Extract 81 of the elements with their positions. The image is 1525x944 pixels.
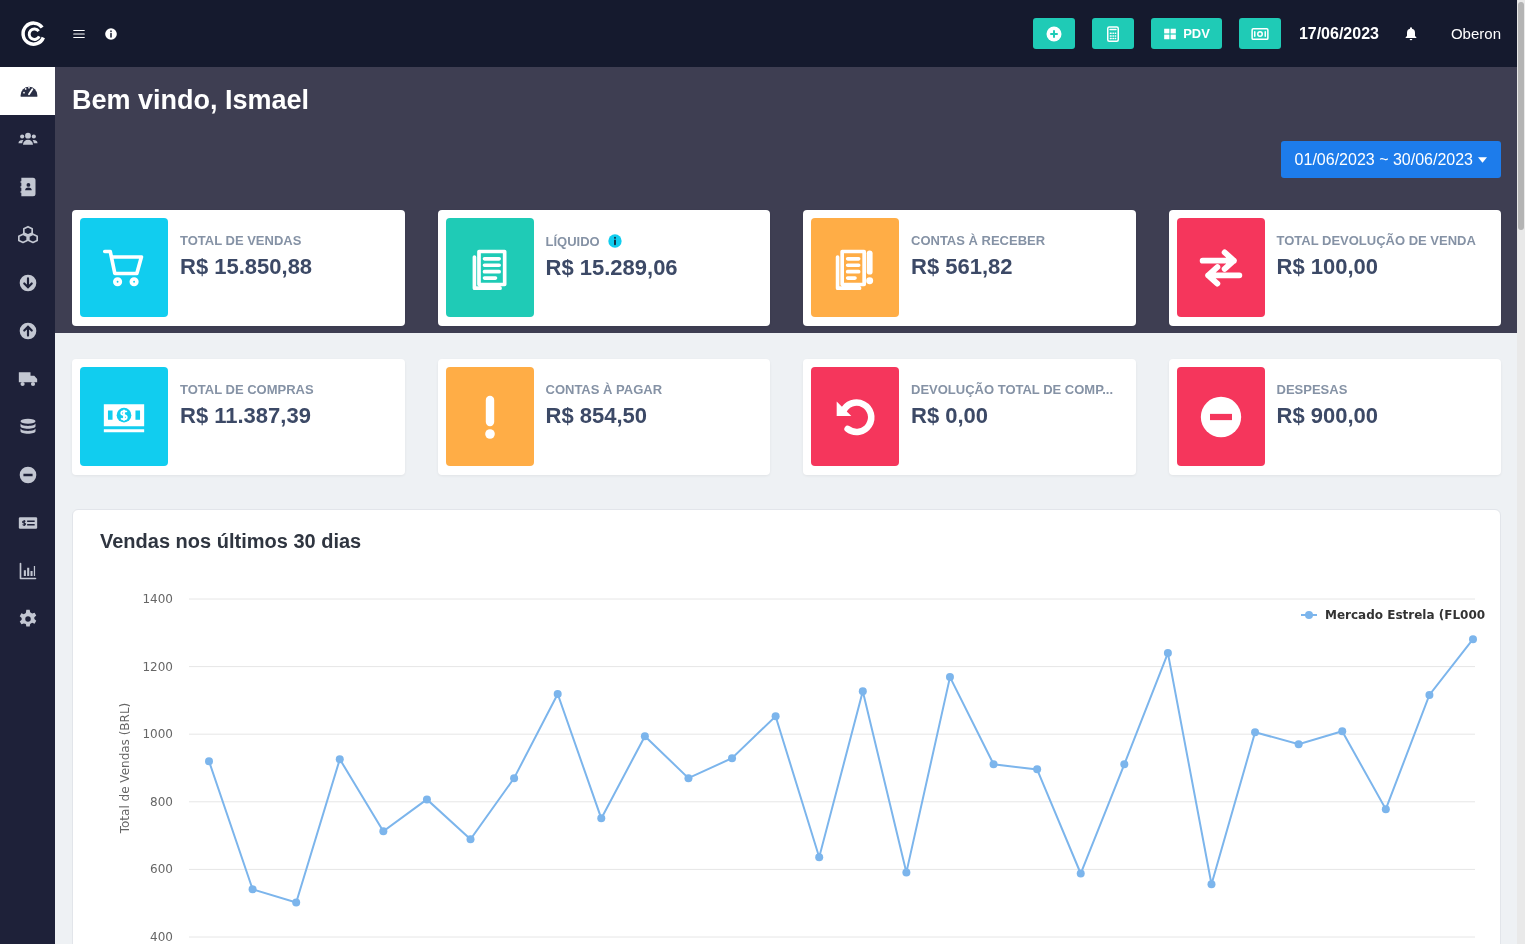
stat-value: R$ 11.387,39 (180, 403, 312, 429)
bar-chart-icon (17, 561, 38, 581)
grid-icon (1163, 26, 1178, 41)
data-point (1425, 691, 1434, 699)
arrow-down-circle-icon (17, 273, 38, 293)
data-point (1381, 805, 1390, 814)
data-point (1033, 765, 1042, 774)
legend-label: Mercado Estrela (FL000 (1325, 608, 1486, 622)
legend-marker-icon (1300, 611, 1318, 619)
user-name[interactable]: Oberon (1450, 25, 1501, 42)
data-point (1469, 635, 1477, 644)
data-point (510, 774, 519, 783)
data-point (1207, 880, 1216, 889)
stat-label: DESPESAS (1276, 382, 1348, 397)
data-point (335, 755, 344, 764)
data-point (1163, 649, 1172, 658)
data-point (1294, 740, 1303, 749)
data-point (1120, 760, 1129, 769)
stat-label: DEVOLUÇÃO TOTAL DE COMP... (911, 382, 1113, 397)
stat-value: R$ 15.850,88 (180, 254, 313, 280)
data-point (292, 898, 301, 907)
settings-icon (17, 609, 38, 629)
data-point (684, 774, 693, 783)
data-point (466, 835, 475, 844)
data-point (815, 853, 824, 862)
plus-circle-icon (1045, 24, 1064, 43)
data-point (771, 712, 780, 721)
data-point (989, 760, 998, 769)
stat-label: TOTAL DE VENDAS (180, 233, 302, 248)
stat-label: TOTAL DE COMPRAS (180, 382, 314, 397)
data-point (553, 690, 562, 698)
data-point (1251, 728, 1260, 737)
add-button[interactable] (1033, 18, 1076, 49)
data-point (205, 757, 213, 766)
stat-value: R$ 100,00 (1276, 254, 1380, 280)
calculator-button[interactable] (1092, 18, 1135, 49)
data-point (728, 754, 737, 763)
data-point (902, 868, 911, 877)
date-range-button[interactable]: 01/06/2023 ~ 30/06/2023 (1280, 141, 1501, 178)
welcome-title: Bem vindo, Ismael (72, 85, 311, 115)
axis-tick-label: 1400 (142, 592, 173, 606)
chart-title: Vendas nos últimos 30 dias (100, 530, 363, 553)
info-icon[interactable] (606, 233, 623, 249)
stat-label: CONTAS À RECEBER (911, 233, 1046, 248)
stat-value: R$ 0,00 (911, 403, 990, 429)
info-icon[interactable] (104, 26, 118, 41)
arrow-up-circle-icon (17, 321, 38, 341)
logo-icon[interactable] (20, 19, 48, 48)
data-point (248, 885, 257, 894)
data-point (1076, 869, 1085, 878)
stat-value: R$ 15.289,06 (545, 255, 678, 281)
data-point (945, 673, 954, 682)
data-point (1338, 727, 1347, 736)
sidebar-item[interactable] (0, 67, 55, 115)
stat-value: R$ 561,82 (911, 254, 1014, 280)
data-point (379, 827, 388, 836)
exclamation-icon (483, 394, 496, 439)
cubes-icon (17, 225, 38, 245)
stat-value: R$ 900,00 (1276, 403, 1379, 429)
stat-label: CONTAS À PAGAR (545, 382, 663, 397)
truck-icon (17, 369, 38, 389)
axis-tick-label: 800 (150, 794, 173, 809)
axis-title: Total de Vendas (BRL) (118, 702, 132, 834)
data-point (640, 732, 649, 741)
cash-button[interactable] (1238, 18, 1281, 49)
data-point (858, 687, 867, 696)
axis-tick-label: 1000 (142, 727, 173, 742)
data-point (422, 795, 431, 804)
scrollbar-thumb[interactable] (1518, 2, 1524, 230)
axis-tick-label: 400 (150, 930, 173, 941)
date-label: 17/06/2023 (1298, 24, 1379, 43)
stat-value: R$ 854,50 (545, 403, 649, 429)
minus-circle-icon (1198, 394, 1243, 439)
axis-tick-label: 1200 (142, 659, 173, 674)
axis-tick-label: 600 (150, 862, 173, 877)
caret-down-icon (1478, 156, 1487, 163)
scrollbar[interactable] (1517, 0, 1525, 944)
data-point (597, 814, 606, 823)
minus-circle-icon (17, 465, 38, 485)
stat-label: LÍQUIDO (545, 233, 600, 249)
stat-label: TOTAL DEVOLUÇÃO DE VENDA (1276, 233, 1476, 248)
